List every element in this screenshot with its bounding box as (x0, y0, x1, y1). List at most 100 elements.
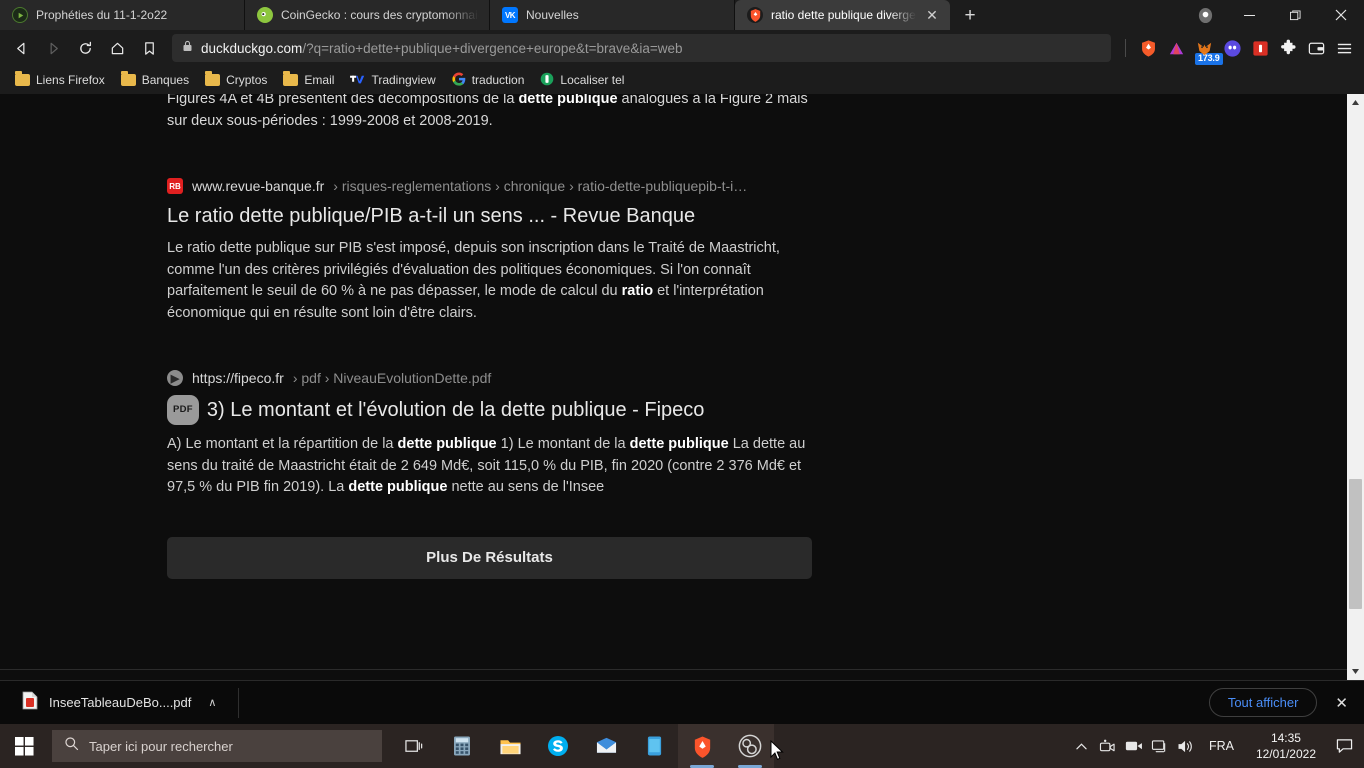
brave-browser-icon[interactable] (678, 724, 726, 768)
system-tray: FRA 14:35 12/01/2022 (1069, 724, 1364, 768)
more-results-button[interactable]: Plus De Résultats (167, 536, 812, 579)
metamask-fox-icon[interactable] (1192, 36, 1216, 60)
snippet-pre: Figures 4A et 4B présentent des décompos… (167, 94, 519, 107)
menu-hamburger-icon[interactable] (1332, 36, 1356, 60)
new-tab-button[interactable]: + (956, 1, 984, 29)
bookmark-email[interactable]: Email (276, 70, 341, 90)
bookmark-label: Tradingview (371, 73, 436, 87)
language-indicator[interactable]: FRA (1199, 724, 1244, 768)
fipeco-icon: ▶ (167, 370, 183, 386)
bookmark-cryptos[interactable]: Cryptos (198, 70, 274, 90)
toolbar-divider (1125, 39, 1126, 57)
taskbar-app-icons (390, 724, 774, 768)
obs-recording-icon[interactable] (1095, 724, 1121, 768)
bookmark-label: Liens Firefox (36, 73, 105, 87)
brave-rewards-icon[interactable] (1192, 0, 1218, 30)
clock-time: 14:35 (1270, 731, 1301, 745)
mail-icon[interactable] (582, 724, 630, 768)
bookmark-label: Localiser tel (560, 73, 625, 87)
result-url[interactable]: ▶ https://fipeco.fr › pdf › NiveauEvolut… (167, 370, 812, 386)
file-explorer-icon[interactable] (486, 724, 534, 768)
search-result-1: RB www.revue-banque.fr › risques-regleme… (167, 178, 812, 324)
previous-result-snippet: Figures 4A et 4B présentent des décompos… (167, 94, 812, 132)
taskbar-search-box[interactable]: Taper ici pour rechercher (52, 730, 382, 762)
results-column: Figures 4A et 4B présentent des décompos… (167, 94, 812, 579)
clock-date: 12/01/2022 (1255, 747, 1316, 761)
result-path: › risques-reglementations › chronique › … (333, 178, 748, 194)
phantom-wallet-icon[interactable] (1220, 36, 1244, 60)
close-tab-icon[interactable]: ✕ (924, 7, 940, 23)
phone-link-icon[interactable] (630, 724, 678, 768)
scroll-down-arrow-icon[interactable] (1347, 663, 1364, 680)
bookmark-traduction[interactable]: traduction (445, 69, 532, 92)
page-scrollbar[interactable] (1347, 94, 1364, 680)
close-downloads-bar-icon[interactable]: ✕ (1331, 694, 1352, 712)
bookmark-label: Banques (141, 73, 190, 87)
browser-tab-2[interactable]: CoinGecko : cours des cryptomonnaie (245, 0, 490, 30)
navigation-toolbar: duckduckgo.com/?q=ratio+dette+publique+d… (0, 30, 1364, 66)
bookmark-label: Email (304, 73, 335, 87)
folder-icon (15, 71, 30, 86)
pdf-file-icon (22, 691, 38, 715)
desc-part-bold: ratio (621, 283, 654, 299)
task-view-icon[interactable] (390, 724, 438, 768)
address-bar[interactable]: duckduckgo.com/?q=ratio+dette+publique+d… (172, 34, 1111, 62)
brave-icon (747, 7, 763, 23)
snippet-post: analogues à la Figure 2 (617, 94, 774, 107)
browser-tab-3[interactable]: VK Nouvelles (490, 0, 735, 30)
revue-banque-icon: RB (167, 178, 183, 194)
red-extension-icon[interactable] (1248, 36, 1272, 60)
brave-shields-icon[interactable] (1136, 36, 1160, 60)
result-title-link[interactable]: Le ratio dette publique/PIB a-t-il un se… (167, 203, 812, 229)
bookmark-button-icon[interactable] (134, 33, 164, 63)
notification-icon[interactable] (1328, 724, 1360, 768)
snippet-bold: dette publique (518, 94, 618, 107)
window-controls (1192, 0, 1364, 30)
vk-icon: VK (502, 7, 518, 23)
browser-window: Prophéties du 11-1-2o22 CoinGecko : cour… (0, 0, 1364, 724)
result-url[interactable]: RB www.revue-banque.fr › risques-regleme… (167, 178, 812, 194)
browser-tab-4-active[interactable]: ratio dette publique divergence e ✕ (735, 0, 950, 30)
skype-icon[interactable] (534, 724, 582, 768)
show-all-downloads-button[interactable]: Tout afficher (1208, 688, 1318, 717)
tab-title: CoinGecko : cours des cryptomonnaie (281, 8, 479, 22)
result-title-link[interactable]: PDF 3) Le montant et l'évolution de la d… (167, 395, 812, 425)
chevron-up-icon[interactable]: ∧ (208, 696, 216, 709)
tab-title: Nouvelles (526, 8, 579, 22)
triangle-extension-icon[interactable] (1164, 36, 1188, 60)
bookmark-localiser-tel[interactable]: Localiser tel (533, 69, 631, 92)
puzzle-extensions-icon[interactable] (1276, 36, 1300, 60)
taskbar-clock[interactable]: 14:35 12/01/2022 (1244, 724, 1328, 768)
scroll-up-arrow-icon[interactable] (1347, 94, 1364, 111)
minimize-button[interactable] (1226, 0, 1272, 30)
desc-part-bold: dette publique (629, 436, 729, 452)
reload-button-icon[interactable] (70, 33, 100, 63)
result-description: A) Le montant et la répartition de la de… (167, 434, 812, 499)
scrollbar-thumb[interactable] (1349, 479, 1362, 609)
show-hidden-icons-chevron[interactable] (1069, 724, 1095, 768)
obs-studio-icon[interactable] (726, 724, 774, 768)
maximize-button[interactable] (1272, 0, 1318, 30)
close-window-button[interactable] (1318, 0, 1364, 30)
bookmark-tradingview[interactable]: Tradingview (343, 69, 442, 91)
desc-part: Le ratio dette publique (167, 240, 311, 256)
back-button-icon[interactable] (6, 33, 36, 63)
bookmark-banques[interactable]: Banques (114, 70, 196, 90)
calculator-icon[interactable] (438, 724, 486, 768)
download-item[interactable]: InseeTableauDeBo....pdf ∧ (12, 686, 226, 720)
windows-start-button[interactable] (0, 724, 48, 768)
volume-icon[interactable] (1173, 724, 1199, 768)
forward-button-icon[interactable] (38, 33, 68, 63)
windows-taskbar: Taper ici pour rechercher FRA 14:35 12/0… (0, 724, 1364, 768)
result-domain: www.revue-banque.fr (192, 178, 325, 194)
browser-tab-1[interactable]: Prophéties du 11-1-2o22 (0, 0, 245, 30)
brave-wallet-icon[interactable] (1304, 36, 1328, 60)
extensions-area: 173.9 (1119, 36, 1358, 65)
network-monitor-icon[interactable] (1147, 724, 1173, 768)
tab-title: ratio dette publique divergence e (771, 8, 916, 22)
camera-icon[interactable] (1121, 724, 1147, 768)
bookmark-label: Cryptos (226, 73, 268, 87)
lock-icon (182, 39, 193, 57)
bookmark-liens-firefox[interactable]: Liens Firefox (8, 70, 112, 90)
home-button-icon[interactable] (102, 33, 132, 63)
